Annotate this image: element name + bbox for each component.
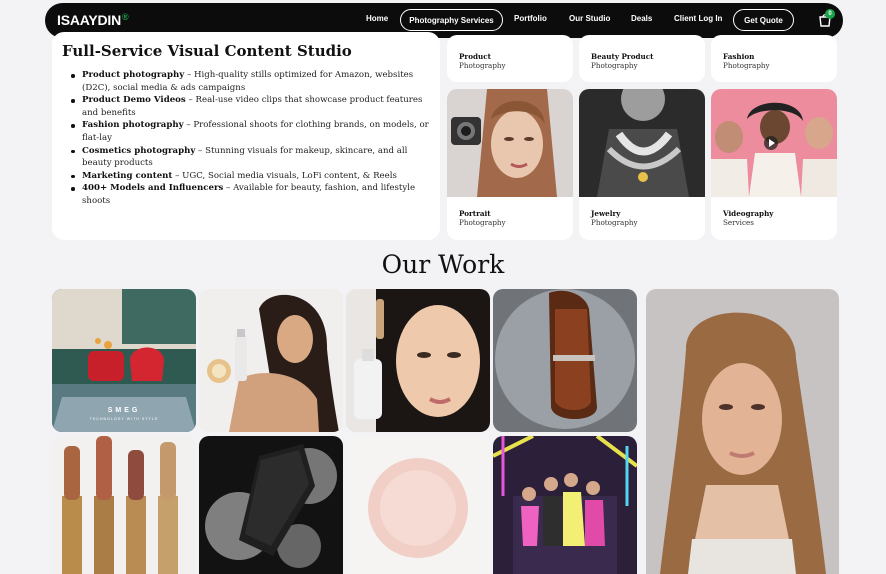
- service-item: Marketing content – UGC, Social media vi…: [71, 170, 430, 183]
- category-label: Videography Services: [723, 209, 774, 227]
- service-item: Product Demo Videos – Real-use video cli…: [71, 94, 430, 119]
- our-work-title: Our Work: [381, 250, 505, 279]
- gallery-portrait-model[interactable]: [646, 289, 839, 574]
- category-label: Jewelry Photography: [591, 209, 638, 227]
- gallery-serum-model[interactable]: [346, 289, 490, 432]
- group-models-photo: [493, 436, 637, 574]
- portrait-photo: [447, 89, 573, 197]
- registered-mark: ®: [122, 12, 129, 22]
- gallery-foam-tube[interactable]: [199, 436, 343, 574]
- powder-photo: [346, 436, 490, 574]
- smeg-brand: SMEG: [107, 407, 141, 414]
- gallery-leather-shoe[interactable]: [493, 289, 637, 432]
- brand-logo-text: ISAAYDIN: [57, 12, 122, 28]
- cart-count-badge: 0: [825, 9, 835, 19]
- service-item: Product photography – High-quality still…: [71, 69, 430, 94]
- service-item: 400+ Models and Influencers – Available …: [71, 182, 430, 207]
- services-card: Full-Service Visual Content Studio Produ…: [52, 32, 440, 240]
- service-item: Fashion photography – Professional shoot…: [71, 120, 429, 143]
- jewelry-photo: [579, 89, 705, 197]
- services-title: Full-Service Visual Content Studio: [62, 42, 352, 60]
- category-tile-fashion[interactable]: Fashion Photography: [711, 35, 837, 82]
- nav-photography-services[interactable]: Photography Services: [400, 9, 503, 31]
- service-item: Cosmetics photography – Stunning visuals…: [71, 145, 430, 170]
- leather-shoe-photo: [493, 289, 637, 432]
- category-label: Beauty Product Photography: [591, 52, 654, 70]
- portrait-model-photo: [646, 289, 839, 574]
- nav-our-studio[interactable]: Our Studio: [569, 14, 610, 23]
- nav-home[interactable]: Home: [366, 14, 388, 23]
- gallery-powder[interactable]: [346, 436, 490, 574]
- gallery-skincare-model[interactable]: [199, 289, 343, 432]
- nav-deals[interactable]: Deals: [631, 14, 652, 23]
- nav-client-login[interactable]: Client Log In: [674, 14, 722, 23]
- nav-portfolio[interactable]: Portfolio: [514, 14, 547, 23]
- category-label: Product Photography: [459, 52, 506, 70]
- lipsticks-photo: [52, 436, 196, 574]
- services-list: Product photography – High-quality still…: [62, 69, 430, 208]
- foam-tube-photo: [199, 436, 343, 574]
- skincare-model-photo: [199, 289, 343, 432]
- serum-model-photo: [346, 289, 490, 432]
- brand-logo[interactable]: ISAAYDIN®: [57, 12, 129, 28]
- category-tile-jewelry[interactable]: Jewelry Photography: [579, 89, 705, 240]
- gallery-lipsticks[interactable]: [52, 436, 196, 574]
- category-label: Portrait Photography: [459, 209, 506, 227]
- category-tile-videography[interactable]: Videography Services: [711, 89, 837, 240]
- gallery-smeg-appliances[interactable]: SMEG TECHNOLOGY WITH STYLE: [52, 289, 196, 432]
- gallery-group-models[interactable]: [493, 436, 637, 574]
- category-tile-product[interactable]: Product Photography: [447, 35, 573, 82]
- videography-photo: [711, 89, 837, 197]
- get-quote-button[interactable]: Get Quote: [733, 9, 794, 31]
- smeg-tagline: TECHNOLOGY WITH STYLE: [89, 417, 159, 421]
- category-tile-beauty-product[interactable]: Beauty Product Photography: [579, 35, 705, 82]
- category-label: Fashion Photography: [723, 52, 770, 70]
- category-tile-portrait[interactable]: Portrait Photography: [447, 89, 573, 240]
